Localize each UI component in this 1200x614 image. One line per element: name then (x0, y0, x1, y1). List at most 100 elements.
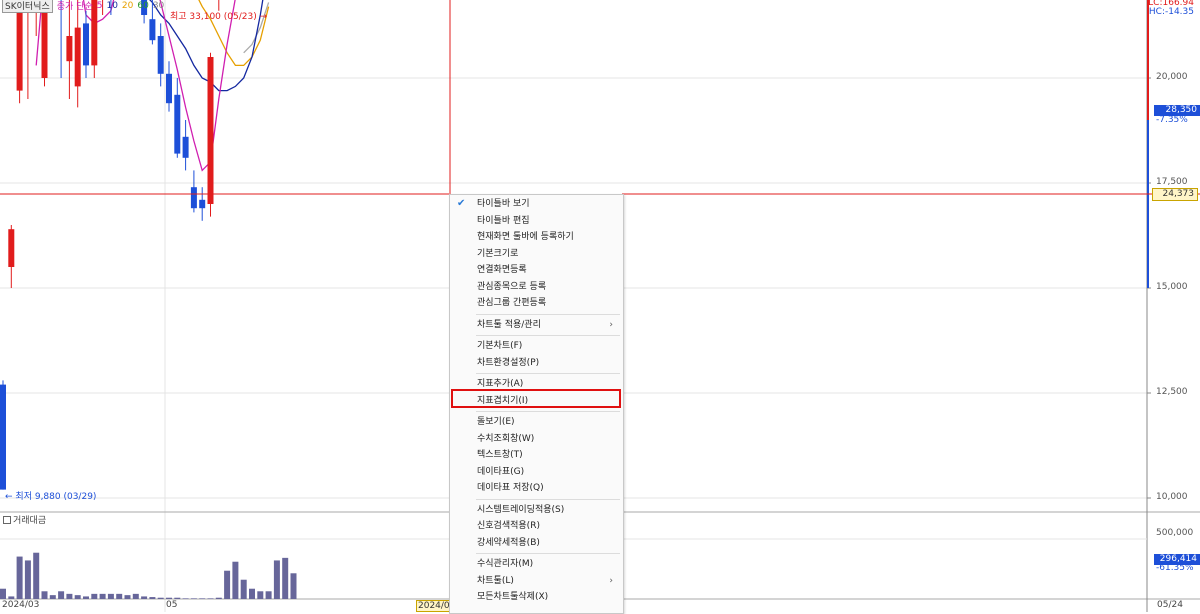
legend-period-30: 30 (152, 0, 165, 11)
volume-bar (91, 593, 98, 599)
menu-item[interactable]: 차트툴 적용/관리 › (450, 317, 623, 333)
menu-item-label: 모든차트툴삭제(X) (477, 592, 549, 602)
menu-separator (476, 373, 620, 374)
menu-item[interactable]: 타이틀바 편집 (450, 213, 623, 229)
volume-bar (240, 579, 247, 599)
legend-period-60: 60 (137, 0, 149, 11)
menu-item-label: 차트환경설정(P) (477, 357, 540, 368)
menu-item[interactable]: 수치조회창(W) (450, 431, 623, 447)
menu-item[interactable]: 관심종목으로 등록 (450, 279, 623, 295)
menu-item[interactable]: 관심그룹 간편등록 (450, 295, 623, 311)
volume-bar (124, 595, 131, 599)
highlight-box (451, 389, 621, 408)
price-tick-label: 17,500 (1156, 177, 1188, 187)
menu-item[interactable]: 데이타표(G) (450, 464, 623, 480)
price-tick-label: 10,000 (1156, 492, 1188, 502)
volume-bar (49, 595, 56, 599)
volume-change-label: -61.35% (1156, 563, 1194, 573)
price-tick-label: 20,000 (1156, 72, 1188, 82)
low-annotation: ← 최저 9,880 (03/29) (5, 489, 96, 502)
menu-item-label: 관심그룹 간편등록 (477, 298, 547, 308)
menu-item-label: 기본크기로 (477, 248, 519, 259)
volume-bar (190, 598, 197, 599)
volume-bar (141, 596, 148, 599)
volume-bar (290, 573, 297, 599)
volume-bars (0, 552, 297, 599)
low-annotation-text: 최저 9,880 (03/29) (15, 492, 97, 502)
menu-item-label: 타이틀바 보기 (477, 199, 530, 209)
volume-bar (207, 598, 214, 599)
x-axis-right-date: 05/24 (1157, 600, 1183, 610)
arrow-right-icon: → (259, 12, 268, 22)
legend-period-20: 20 (121, 0, 134, 11)
candle-body (157, 36, 164, 74)
volume-bar (107, 593, 114, 599)
volume-bar (99, 593, 106, 599)
price-tick-label: 15,000 (1156, 282, 1188, 292)
volume-bar (157, 597, 164, 599)
volume-bar (58, 591, 65, 599)
current-change-label: -7.35% (1156, 115, 1188, 125)
price-axis: LC:166.94 HC:-14.35 32,50030,00027,50025… (1148, 0, 1200, 612)
menu-item[interactable]: 돌보기(E) (450, 414, 623, 430)
volume-bar (116, 593, 123, 599)
volume-bar (8, 596, 15, 599)
menu-item[interactable]: 모든차트툴삭제(X) (450, 589, 623, 605)
candle-body (8, 229, 15, 267)
high-annotation: 최고 33,100 (05/23) → (170, 9, 267, 22)
high-annotation-text: 최고 33,100 (05/23) (170, 12, 257, 22)
menu-item[interactable]: 연결화면등록 (450, 262, 623, 278)
menu-item[interactable]: 데이타표 저장(Q) (450, 480, 623, 496)
candle-body (83, 23, 89, 66)
hc-label: HC:-14.35 (1148, 7, 1194, 17)
menu-item-label: 현재화면 툴바에 등록하기 (477, 232, 574, 242)
menu-separator (476, 498, 620, 500)
menu-item-label: 데이타표(G) (477, 466, 525, 477)
minimize-icon[interactable] (3, 515, 11, 524)
menu-item-label: 돌보기(E) (477, 417, 515, 427)
arrow-left-icon: ← (5, 492, 13, 502)
volume-bar (265, 591, 272, 599)
candle-body (182, 136, 189, 158)
price-tick-label: 12,500 (1156, 387, 1188, 397)
menu-item[interactable]: 기본크기로 (450, 246, 623, 262)
volume-title: 거래대금 (3, 513, 46, 526)
volume-bar (215, 597, 222, 599)
legend-period-5: 5 (96, 0, 103, 11)
menu-item[interactable]: 기본차트(F) (450, 338, 623, 354)
menu-item-label: 연결화면등록 (477, 265, 527, 275)
menu-item-label: 차트툴 적용/관리 (477, 319, 541, 330)
menu-item-label: 타이틀바 편집 (477, 215, 530, 226)
menu-item[interactable]: 수식관리자(M) (450, 556, 623, 572)
menu-item[interactable]: 현재화면 툴바에 등록하기 (450, 229, 623, 245)
chevron-right-icon: › (609, 319, 613, 330)
cursor-price-tag: 24,373 (1152, 188, 1198, 201)
candle-body (66, 36, 73, 62)
menu-item[interactable]: 차트환경설정(P) (450, 355, 623, 371)
menu-item[interactable]: 텍스트창(T) (450, 447, 623, 463)
volume-bar (0, 588, 6, 599)
menu-item[interactable]: 강세약세적용(B) (450, 535, 623, 551)
candle-body (207, 57, 214, 204)
menu-item[interactable]: 차트툴(L) › (450, 573, 623, 589)
menu-item[interactable]: 신호검색적용(R) (450, 518, 623, 534)
menu-item[interactable]: ✔ 타이틀바 보기 (450, 196, 623, 212)
chevron-right-icon: › (609, 575, 613, 586)
volume-bar (74, 595, 81, 599)
x-axis-label-1: 05 (166, 600, 178, 610)
volume-bar (232, 561, 239, 599)
menu-item-label: 데이타표 저장(Q) (477, 483, 544, 493)
check-icon: ✔ (457, 198, 466, 209)
volume-bar (132, 593, 139, 599)
volume-bar (182, 598, 189, 599)
symbol-label[interactable]: SK이터닉스 (2, 0, 53, 13)
legend-period-10: 10 (106, 0, 118, 11)
volume-bar (33, 552, 40, 599)
candle-body (174, 94, 181, 154)
chart-legend: SK이터닉스 종가 단순 5 10 20 60 30 (2, 0, 165, 13)
candle-body (74, 27, 81, 87)
legend-label: 종가 단순 (56, 2, 93, 12)
volume-bar (282, 557, 289, 599)
menu-item[interactable]: 시스템트레이딩적용(S) (450, 502, 623, 518)
volume-bar (174, 597, 181, 599)
